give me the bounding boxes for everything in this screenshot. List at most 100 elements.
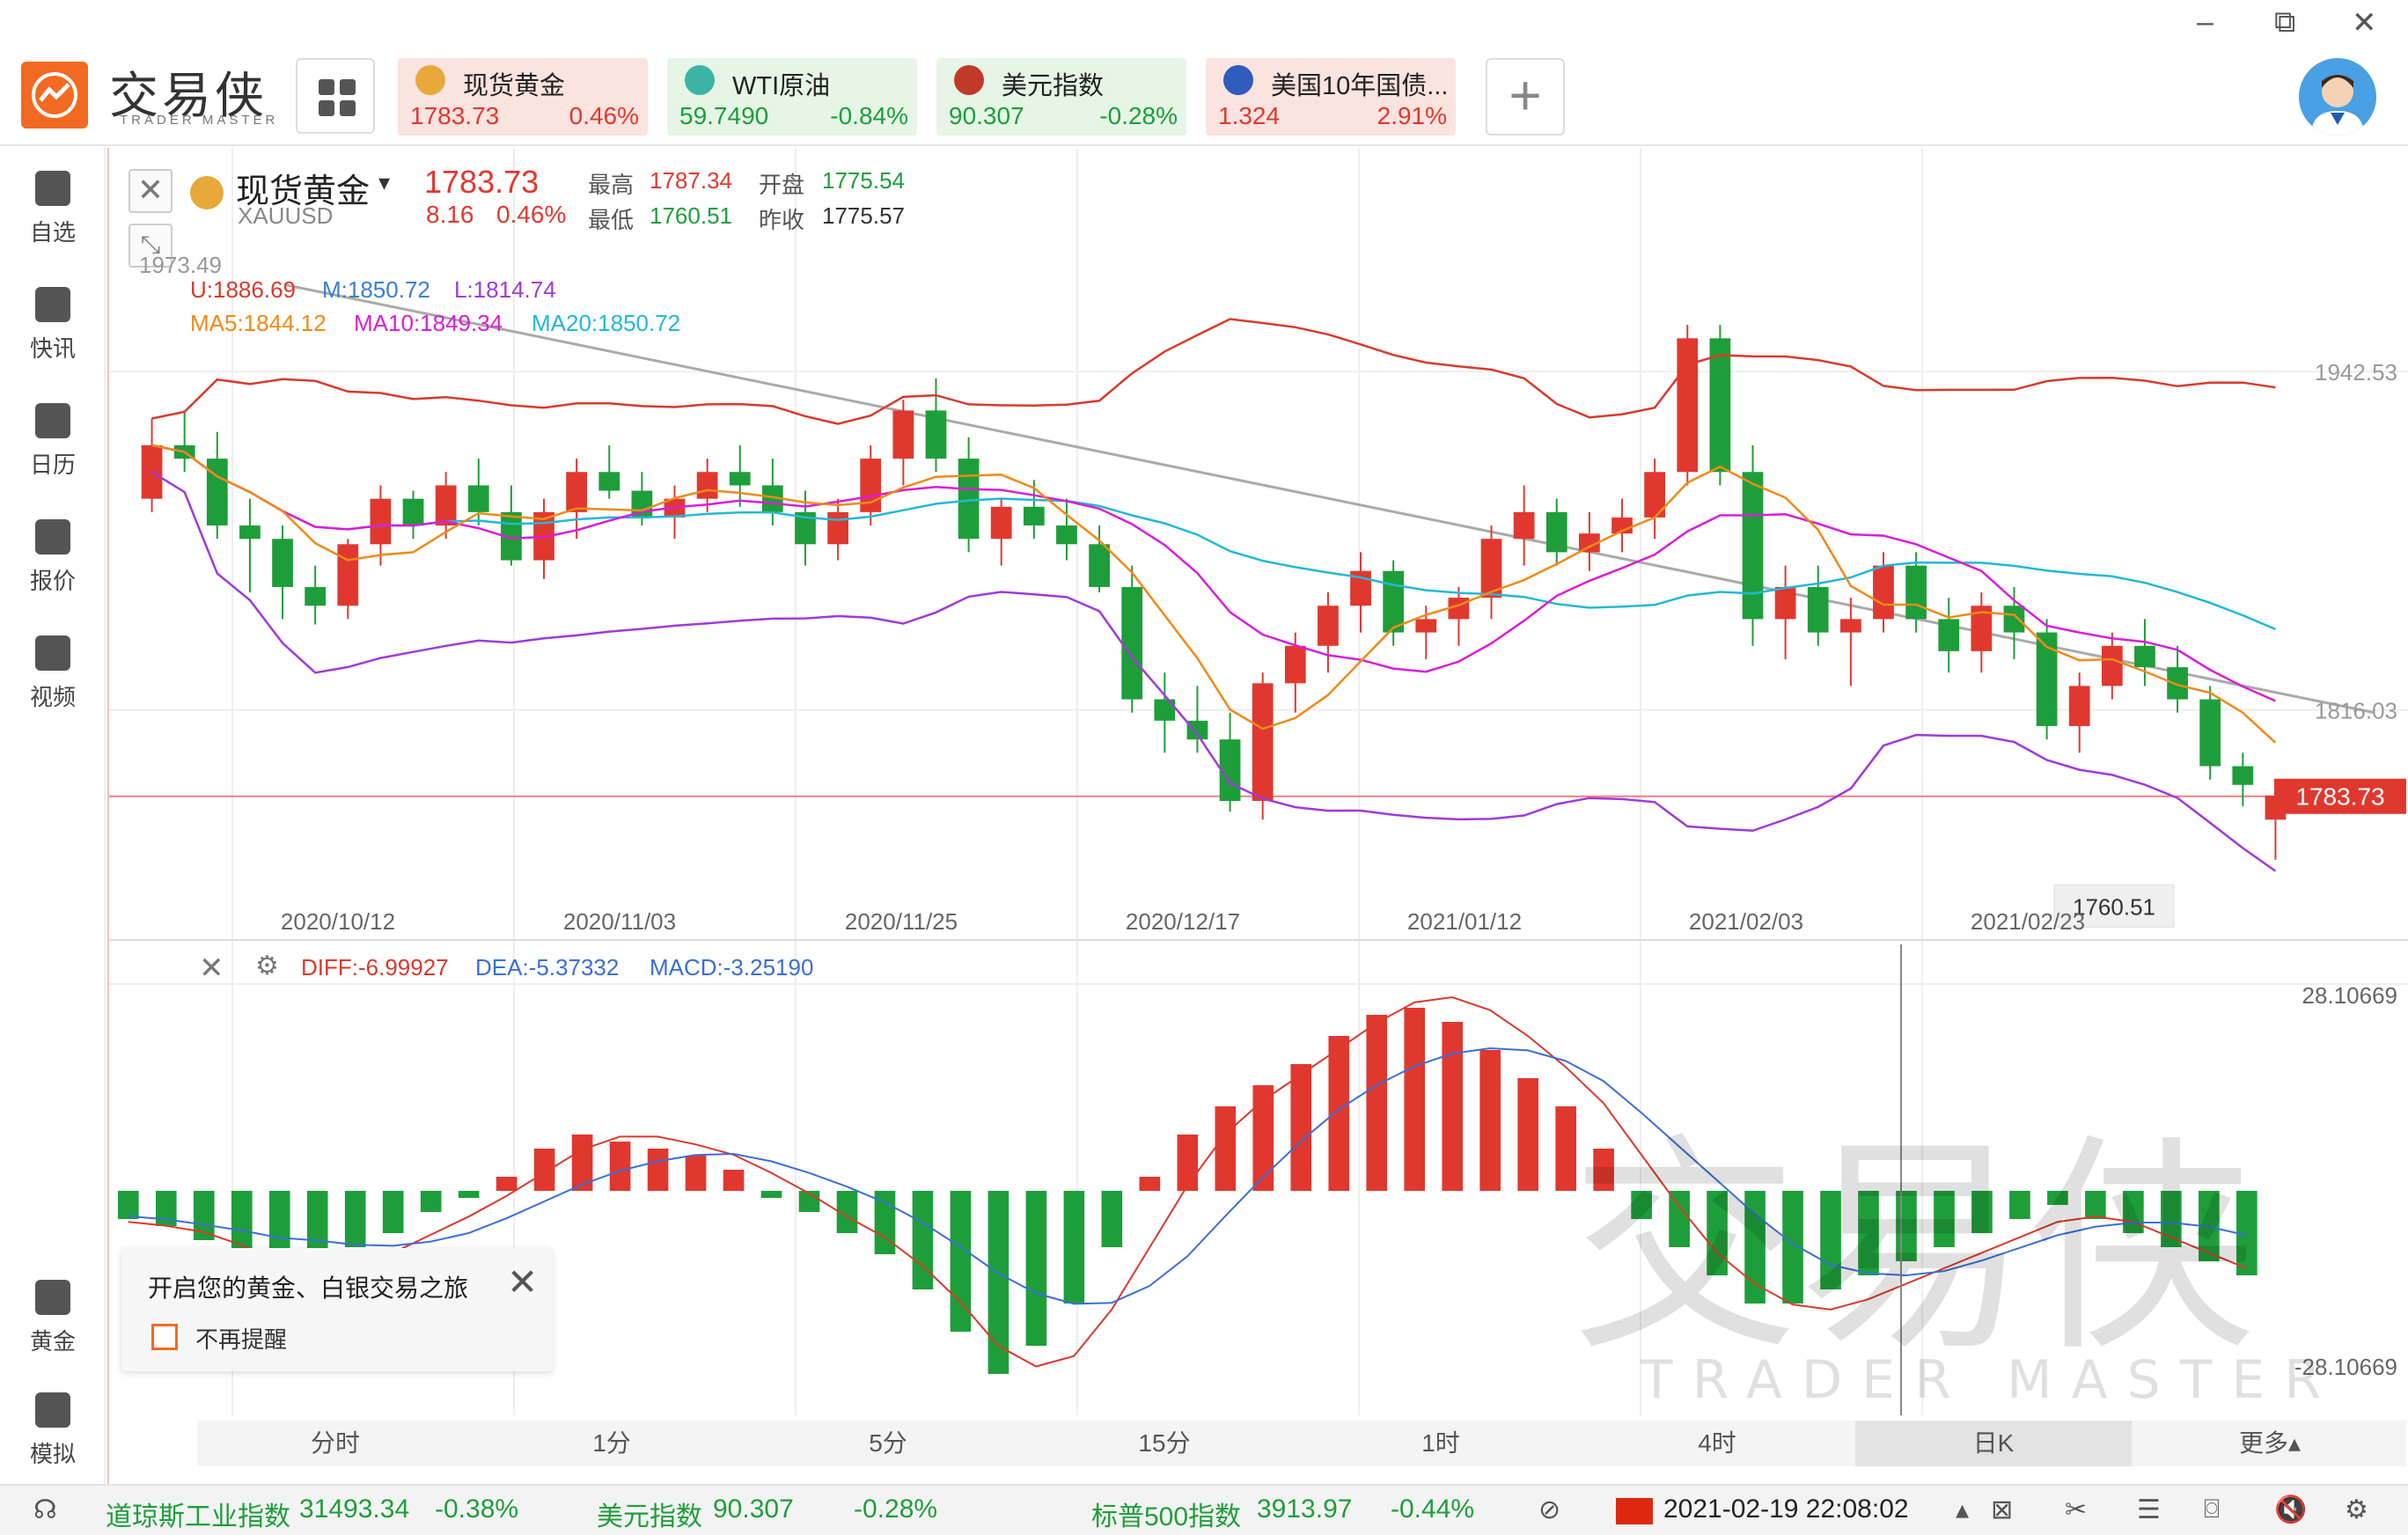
macd-bar bbox=[1442, 1022, 1464, 1191]
boll-mid-label: M:1850.72 bbox=[322, 276, 430, 303]
sidebar-item-video[interactable]: 视频 bbox=[0, 635, 106, 712]
tf-1m[interactable]: 1分 bbox=[474, 1421, 750, 1466]
camera-icon[interactable]: ⌼ bbox=[2204, 1495, 2220, 1524]
ma10-label: MA10:1849.34 bbox=[354, 310, 503, 336]
macd-bar bbox=[609, 1142, 631, 1191]
watch-tile-usd-index[interactable]: 美元指数 90.307 -0.28% bbox=[936, 58, 1186, 136]
candle-body bbox=[1056, 525, 1077, 545]
watch-change: -0.28% bbox=[1099, 102, 1178, 129]
avatar[interactable] bbox=[2299, 58, 2376, 136]
sidebar-item-gold[interactable]: 黄金 bbox=[0, 1280, 106, 1356]
candle-body bbox=[2199, 699, 2221, 767]
tools-icon[interactable]: ✂ bbox=[2065, 1495, 2087, 1525]
us-flag-icon bbox=[954, 65, 984, 95]
tf-1h[interactable]: 1时 bbox=[1303, 1421, 1579, 1466]
grid-icon bbox=[319, 79, 356, 116]
link-off-icon[interactable]: ⊘ bbox=[1538, 1495, 1560, 1525]
status-sp500-value: 3913.97 bbox=[1257, 1495, 1353, 1524]
settings-gear-icon[interactable]: ⚙ bbox=[2345, 1495, 2368, 1525]
watch-tile-oil[interactable]: WTI原油 59.7490 -0.84% bbox=[667, 58, 917, 136]
settings-icon[interactable]: ⚙ bbox=[255, 951, 279, 981]
current-price-label: 1783.73 bbox=[2295, 783, 2384, 811]
candle-body bbox=[1873, 565, 1894, 620]
watch-tile-us10y[interactable]: 美国10年国债... 1.324 2.91% bbox=[1206, 58, 1456, 136]
close-macd-icon[interactable]: ✕ bbox=[199, 951, 224, 986]
price-label-top: 1973.49 bbox=[139, 252, 222, 278]
prev-close-value: 1775.57 bbox=[822, 202, 905, 229]
low-value: 1760.51 bbox=[650, 202, 732, 229]
candle-body bbox=[141, 444, 163, 499]
tf-daily[interactable]: 日K bbox=[1855, 1421, 2132, 1466]
status-dow-value: 31493.34 bbox=[299, 1495, 410, 1524]
candle-body bbox=[272, 539, 293, 587]
sidebar-item-simulate[interactable]: 模拟 bbox=[0, 1392, 106, 1469]
macd-bar bbox=[344, 1191, 366, 1247]
date-label: 2020/12/17 bbox=[1126, 908, 1240, 935]
watch-price: 90.307 bbox=[949, 102, 1024, 129]
restore-button[interactable]: ⧉ bbox=[2274, 5, 2295, 40]
macd-bar bbox=[1139, 1177, 1161, 1191]
macd-bar bbox=[1328, 1036, 1350, 1191]
candle-body bbox=[402, 498, 424, 526]
macd-bar bbox=[1101, 1191, 1123, 1247]
dont-remind-checkbox[interactable] bbox=[151, 1324, 178, 1350]
boll-upper-label: U:1886.69 bbox=[190, 276, 296, 303]
layout-grid-button[interactable] bbox=[296, 58, 375, 134]
close-icon[interactable]: ✕ bbox=[507, 1260, 538, 1304]
menu-icon[interactable]: ☰ bbox=[2137, 1495, 2161, 1525]
status-usd-name: 美元指数 bbox=[597, 1502, 702, 1531]
date-label: 2020/10/12 bbox=[281, 908, 395, 935]
sidebar-item-calendar[interactable]: 日历 bbox=[0, 403, 106, 480]
add-watch-button[interactable]: + bbox=[1486, 58, 1565, 136]
status-sp500-pct: -0.44% bbox=[1391, 1495, 1475, 1524]
sidebar-item-quotes[interactable]: 报价 bbox=[0, 519, 106, 596]
caret-up-icon[interactable]: ▴ bbox=[1956, 1495, 1969, 1525]
tf-15m[interactable]: 15分 bbox=[1026, 1421, 1303, 1466]
date-label: 2021/01/12 bbox=[1407, 908, 1522, 935]
macd-bar bbox=[760, 1191, 782, 1198]
macd-bar bbox=[1025, 1191, 1047, 1346]
macd-bar bbox=[118, 1191, 139, 1219]
timeframe-bar: 分时 1分 5分 15分 1时 4时 日K 更多▴ bbox=[197, 1421, 2406, 1466]
symbol-change-pct: 0.46% bbox=[496, 201, 567, 228]
headset-icon[interactable]: ☊ bbox=[33, 1495, 57, 1525]
trader-master-window: 交易侠 TRADER MASTER 现货黄金 1783.73 0.46% WTI… bbox=[0, 0, 2408, 1535]
date-label: 2021/02/03 bbox=[1689, 908, 1803, 935]
watch-price: 1.324 bbox=[1218, 102, 1281, 129]
chart-off-icon[interactable]: ⊠ bbox=[1991, 1495, 2013, 1525]
candle-body bbox=[206, 459, 228, 526]
ma20-label: MA20:1850.72 bbox=[532, 310, 681, 336]
mute-icon[interactable]: 🔇 bbox=[2274, 1495, 2307, 1525]
date-label: 2021/02/23 bbox=[1971, 908, 2085, 935]
high-label: 最高 bbox=[588, 172, 635, 198]
watch-tile-gold[interactable]: 现货黄金 1783.73 0.46% bbox=[398, 58, 648, 136]
candle-body bbox=[2101, 645, 2123, 687]
close-window-button[interactable]: ✕ bbox=[2352, 5, 2377, 40]
watermark-logo: 交易侠 bbox=[1570, 1116, 2257, 1382]
macd-bar bbox=[647, 1149, 669, 1191]
macd-bar bbox=[1063, 1191, 1085, 1304]
ma5-label: MA5:1844.12 bbox=[190, 310, 327, 336]
sidebar-item-news[interactable]: 快讯 bbox=[0, 287, 106, 364]
status-bar: ☊ 道琼斯工业指数 31493.34 -0.38% 美元指数 90.307 -0… bbox=[0, 1484, 2408, 1535]
candle-body bbox=[1839, 619, 1861, 633]
tf-more[interactable]: 更多▴ bbox=[2132, 1421, 2408, 1466]
bookmark-icon bbox=[35, 171, 70, 206]
trend-line bbox=[284, 283, 2375, 715]
candle-body bbox=[239, 525, 261, 540]
chevron-down-icon[interactable]: ▾ bbox=[378, 169, 390, 196]
macd-bar bbox=[685, 1156, 707, 1191]
status-dow-pct: -0.38% bbox=[435, 1495, 519, 1524]
close-chart-button[interactable]: ✕ bbox=[128, 169, 173, 213]
sidebar-item-watchlist[interactable]: 自选 bbox=[0, 171, 106, 247]
promo-tooltip: 开启您的黄金、白银交易之旅 ✕ 不再提醒 bbox=[121, 1248, 553, 1371]
tf-5m[interactable]: 5分 bbox=[750, 1421, 1026, 1466]
chart-area[interactable]: 1942.53 1816.03 1783.73 1760.51 2020/10/12 20… bbox=[107, 148, 2408, 1484]
minimize-button[interactable]: – bbox=[2197, 5, 2213, 40]
date-label: 2020/11/03 bbox=[563, 908, 676, 935]
bond-chart-icon bbox=[1223, 65, 1253, 95]
candle-body bbox=[566, 472, 588, 512]
tf-4h[interactable]: 4时 bbox=[1579, 1421, 1855, 1466]
tf-tick[interactable]: 分时 bbox=[197, 1421, 474, 1466]
candle-body bbox=[1023, 506, 1045, 526]
